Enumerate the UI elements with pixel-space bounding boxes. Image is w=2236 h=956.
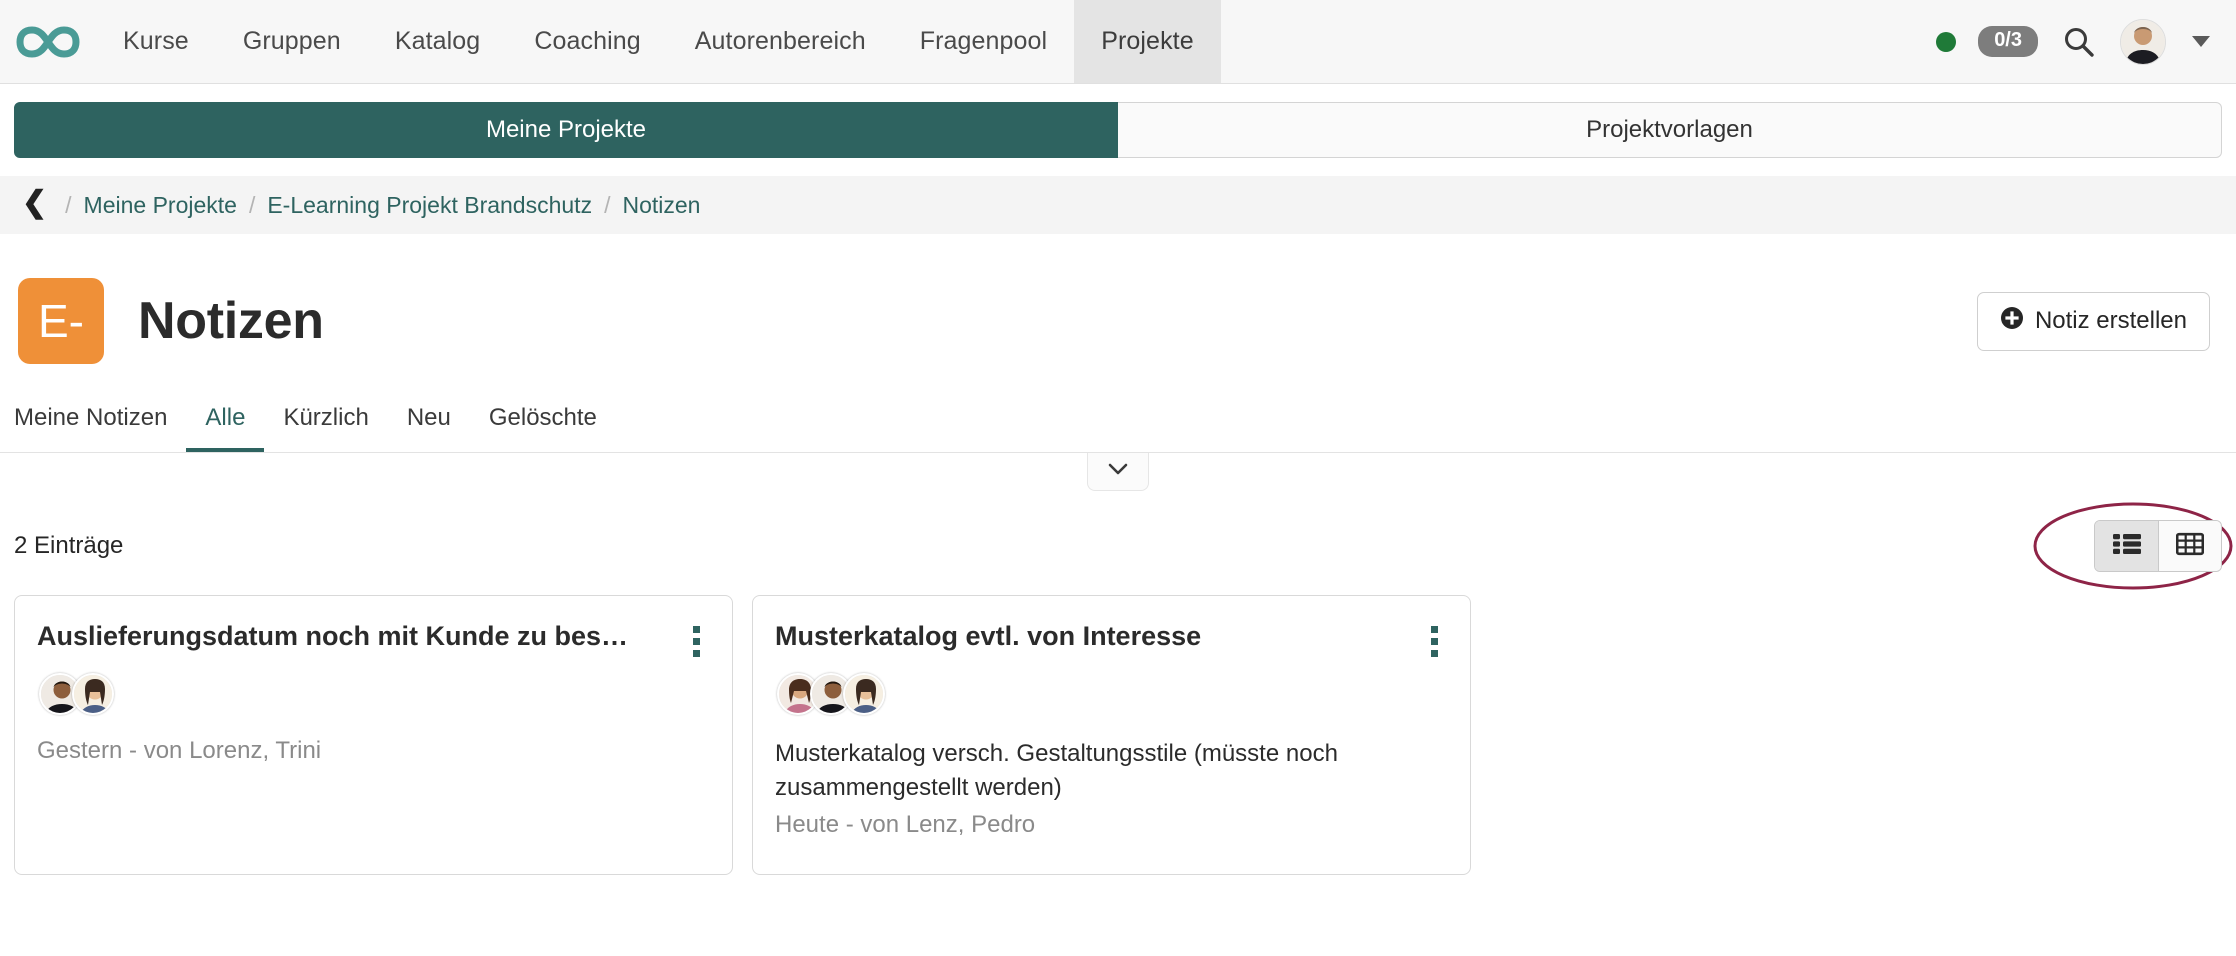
nav-item-coaching[interactable]: Coaching	[507, 0, 667, 83]
nav-item-gruppen[interactable]: Gruppen	[216, 0, 368, 83]
note-title: Auslieferungsdatum noch mit Kunde zu bes…	[37, 620, 677, 652]
plus-circle-icon	[2000, 306, 2024, 337]
nav-item-katalog[interactable]: Katalog	[368, 0, 508, 83]
note-filter-tabs: Meine Notizen Alle Kürzlich Neu Gelöscht…	[0, 400, 2236, 452]
note-body: Musterkatalog versch. Gestaltungsstile (…	[775, 737, 1446, 805]
note-card[interactable]: Musterkatalog evtl. von Interesse	[752, 595, 1471, 875]
breadcrumb-item-projekt[interactable]: E-Learning Projekt Brandschutz	[267, 192, 592, 219]
page-header: E- Notizen Notiz erstellen	[0, 234, 2236, 364]
breadcrumb-item-meine-projekte[interactable]: Meine Projekte	[84, 192, 237, 219]
note-member-avatars	[37, 673, 708, 715]
tab-meine-notizen[interactable]: Meine Notizen	[14, 400, 186, 452]
breadcrumb-separator: /	[63, 192, 73, 219]
list-view-icon	[2112, 532, 2142, 561]
tab-alle[interactable]: Alle	[186, 400, 264, 452]
breadcrumb-back-chevron-left-icon[interactable]: ❮	[22, 188, 53, 222]
note-card[interactable]: Auslieferungsdatum noch mit Kunde zu bes…	[14, 595, 733, 875]
segment-projektvorlagen[interactable]: Projektvorlagen	[1118, 102, 2222, 158]
app-logo[interactable]	[0, 0, 96, 83]
page-title: Notizen	[138, 291, 324, 351]
nav-item-kurse[interactable]: Kurse	[96, 0, 216, 83]
user-avatar[interactable]	[2120, 19, 2166, 65]
breadcrumb-item-notizen[interactable]: Notizen	[622, 192, 700, 219]
list-toolbar: 2 Einträge	[0, 519, 2236, 573]
note-kebab-menu-icon[interactable]	[689, 620, 708, 657]
nav-item-projekte[interactable]: Projekte	[1074, 0, 1221, 83]
entries-count-label: 2 Einträge	[14, 532, 123, 560]
create-note-button-label: Notiz erstellen	[2035, 307, 2187, 335]
infinity-logo-icon	[16, 22, 80, 62]
note-meta: Gestern - von Lorenz, Trini	[37, 737, 708, 765]
breadcrumb: ❮ / Meine Projekte / E-Learning Projekt …	[0, 176, 2236, 234]
avatar	[843, 673, 885, 715]
navbar-right-tools: 0/3	[1936, 0, 2236, 83]
user-menu-chevron-down-icon[interactable]	[2192, 36, 2210, 47]
note-card-header: Musterkatalog evtl. von Interesse	[775, 620, 1446, 657]
tab-kuerzlich[interactable]: Kürzlich	[264, 400, 387, 452]
project-avatar-icon: E-	[18, 278, 104, 364]
filters-collapse-toggle[interactable]	[1087, 453, 1149, 491]
note-member-avatars	[775, 673, 1446, 715]
search-icon[interactable]	[2060, 23, 2098, 61]
top-navbar: Kurse Gruppen Katalog Coaching Autorenbe…	[0, 0, 2236, 84]
project-segment-tabs: Meine Projekte Projektvorlagen	[0, 84, 2236, 158]
primary-nav: Kurse Gruppen Katalog Coaching Autorenbe…	[96, 0, 1221, 83]
note-card-header: Auslieferungsdatum noch mit Kunde zu bes…	[37, 620, 708, 657]
note-kebab-menu-icon[interactable]	[1427, 620, 1446, 657]
note-title: Musterkatalog evtl. von Interesse	[775, 620, 1415, 652]
table-view-button[interactable]	[2158, 521, 2221, 571]
create-note-button[interactable]: Notiz erstellen	[1977, 292, 2210, 351]
nav-item-fragenpool[interactable]: Fragenpool	[893, 0, 1074, 83]
breadcrumb-separator: /	[602, 192, 612, 219]
nav-item-autorenbereich[interactable]: Autorenbereich	[668, 0, 893, 83]
segment-meine-projekte[interactable]: Meine Projekte	[14, 102, 1118, 158]
breadcrumb-separator: /	[247, 192, 257, 219]
tab-geloeschte[interactable]: Gelöschte	[470, 400, 616, 452]
notification-count-badge[interactable]: 0/3	[1978, 26, 2038, 57]
note-meta: Heute - von Lenz, Pedro	[775, 811, 1446, 839]
avatar	[72, 673, 114, 715]
tab-neu[interactable]: Neu	[388, 400, 470, 452]
list-view-button[interactable]	[2095, 521, 2158, 571]
status-indicator-dot	[1936, 32, 1956, 52]
table-view-icon	[2176, 532, 2204, 561]
note-filter-tabbar: Meine Notizen Alle Kürzlich Neu Gelöscht…	[0, 400, 2236, 453]
chevron-down-icon	[1107, 462, 1129, 481]
view-mode-toggle-group	[2094, 520, 2222, 572]
note-card-list: Auslieferungsdatum noch mit Kunde zu bes…	[0, 573, 2236, 875]
